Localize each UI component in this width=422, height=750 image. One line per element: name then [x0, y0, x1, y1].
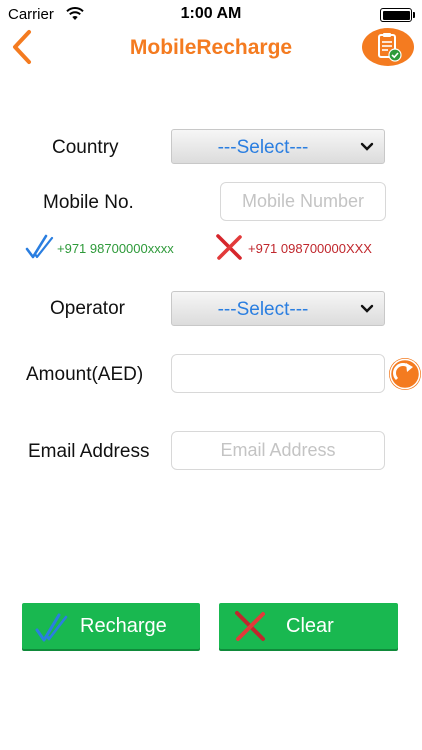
- country-select-value: ---Select---: [217, 137, 309, 158]
- mobile-number-input[interactable]: [220, 182, 386, 221]
- history-button[interactable]: [362, 28, 414, 66]
- double-check-icon: [35, 613, 68, 642]
- amount-label: Amount(AED): [26, 364, 144, 385]
- battery-icon: [380, 8, 415, 22]
- recharge-button-label: Recharge: [80, 615, 167, 637]
- cross-icon: [216, 234, 242, 260]
- cross-icon: [235, 611, 265, 641]
- operator-select[interactable]: ---Select---: [171, 291, 385, 326]
- refresh-amount-button[interactable]: [389, 358, 421, 390]
- clipboard-check-icon: [378, 33, 402, 62]
- nav-bar: MobileRecharge: [0, 28, 422, 68]
- country-label: Country: [52, 137, 119, 158]
- email-label: Email Address: [28, 441, 150, 462]
- email-input[interactable]: [171, 431, 385, 470]
- status-bar: Carrier 1:00 AM: [0, 0, 422, 28]
- refresh-arrow-icon: [389, 358, 421, 390]
- status-time: 1:00 AM: [180, 5, 242, 22]
- double-check-icon: [25, 234, 54, 259]
- chevron-down-icon: [360, 304, 374, 313]
- clear-button[interactable]: Clear: [219, 603, 398, 649]
- mobile-label: Mobile No.: [43, 192, 134, 213]
- clear-button-label: Clear: [286, 615, 334, 637]
- operator-label: Operator: [50, 298, 125, 319]
- chevron-down-icon: [360, 142, 374, 151]
- operator-select-value: ---Select---: [217, 299, 309, 320]
- invalid-number-example: +971 098700000XXX: [248, 241, 372, 256]
- page-title: MobileRecharge: [129, 36, 293, 59]
- country-select[interactable]: ---Select---: [171, 129, 385, 164]
- valid-number-example: +971 98700000xxxx: [57, 241, 174, 256]
- recharge-button[interactable]: Recharge: [22, 603, 200, 649]
- amount-input[interactable]: [171, 354, 385, 393]
